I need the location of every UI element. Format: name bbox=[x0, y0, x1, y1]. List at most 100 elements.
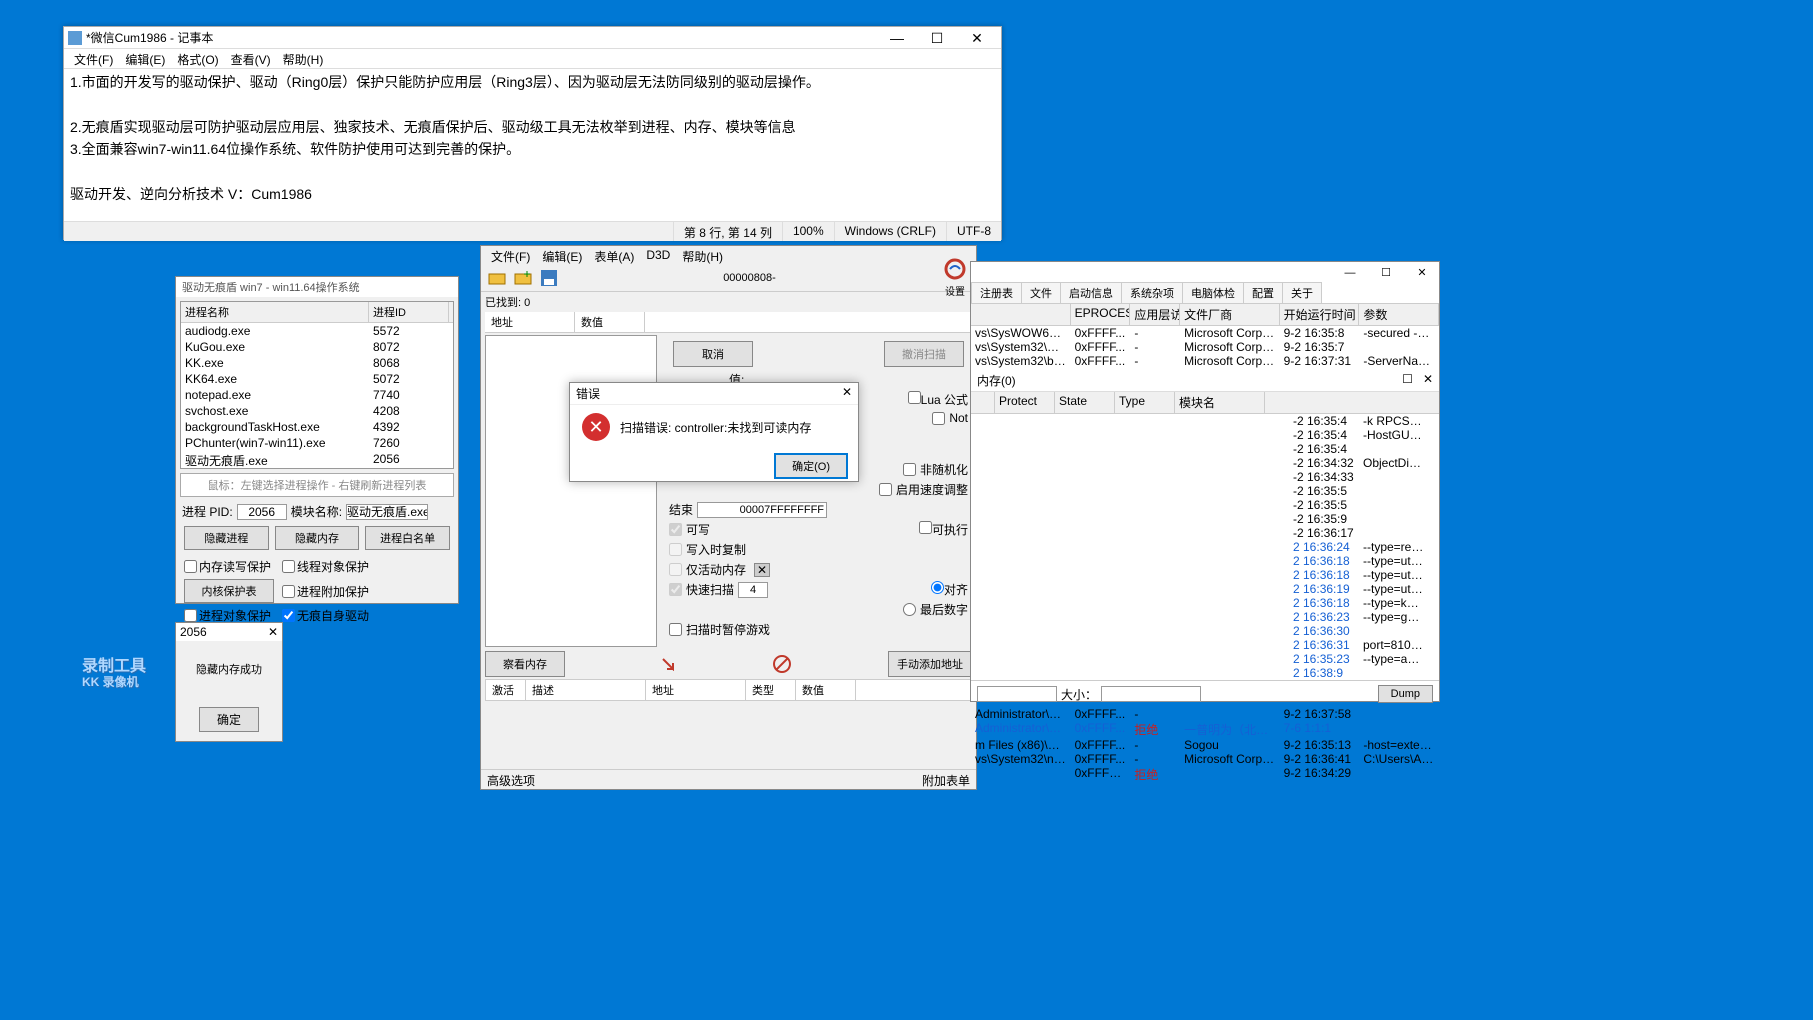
cow-checkbox[interactable] bbox=[669, 543, 682, 556]
col-addr[interactable]: 地址 bbox=[646, 680, 746, 700]
lua-checkbox[interactable] bbox=[908, 391, 921, 404]
pchunter-titlebar[interactable]: — ☐ ✕ bbox=[971, 262, 1439, 282]
table-row[interactable]: -2 16:35:4 bbox=[1289, 442, 1439, 456]
table-row[interactable]: 2 16:36:30 bbox=[1289, 624, 1439, 638]
close-icon[interactable]: ✕ bbox=[842, 385, 852, 402]
thread-obj-checkbox[interactable]: 线程对象保护 bbox=[282, 558, 372, 575]
table-row[interactable]: -2 16:35:5 bbox=[1289, 484, 1439, 498]
self-driver-checkbox[interactable]: 无痕自身驱动 bbox=[282, 607, 372, 624]
process-row[interactable]: audiodg.exe5572 bbox=[181, 323, 453, 339]
scan-menu-d3d[interactable]: D3D bbox=[640, 246, 676, 264]
table-row[interactable]: 2 16:36:24--type=render... bbox=[1289, 540, 1439, 554]
whitelist-button[interactable]: 进程白名单 bbox=[365, 526, 450, 550]
menu-help[interactable]: 帮助(H) bbox=[277, 49, 330, 68]
attach-form-link[interactable]: 附加表单 bbox=[922, 772, 970, 787]
menu-format[interactable]: 格式(O) bbox=[171, 49, 224, 68]
tab-file[interactable]: 文件 bbox=[1021, 282, 1061, 303]
pid-input[interactable] bbox=[237, 504, 287, 520]
settings-label[interactable]: 设置 bbox=[938, 283, 972, 298]
col-value[interactable]: 数值 bbox=[575, 312, 645, 332]
maximize-button[interactable]: ☐ bbox=[1369, 263, 1403, 281]
fast-scan-input[interactable] bbox=[738, 582, 768, 598]
end-address-input[interactable] bbox=[697, 502, 827, 518]
scan-menu-help[interactable]: 帮助(H) bbox=[676, 246, 729, 264]
kernel-protect-button[interactable]: 内核保护表 bbox=[184, 579, 274, 603]
arrow-icon[interactable] bbox=[661, 657, 675, 671]
view-memory-button[interactable]: 察看内存 bbox=[485, 651, 565, 677]
writable-checkbox[interactable] bbox=[669, 523, 682, 536]
close-icon[interactable]: ✕ bbox=[268, 625, 278, 639]
maximize-button[interactable]: ☐ bbox=[917, 28, 957, 48]
scan-menu-form[interactable]: 表单(A) bbox=[588, 246, 640, 264]
not-checkbox[interactable] bbox=[932, 412, 945, 425]
col-active[interactable]: 激活 bbox=[486, 680, 526, 700]
new-icon[interactable] bbox=[511, 266, 535, 290]
open-icon[interactable] bbox=[485, 266, 509, 290]
process-row[interactable]: KK.exe8068 bbox=[181, 355, 453, 371]
tab-checkup[interactable]: 电脑体检 bbox=[1182, 282, 1244, 303]
speed-checkbox[interactable] bbox=[879, 483, 892, 496]
process-row[interactable]: notepad.exe7740 bbox=[181, 387, 453, 403]
process-row[interactable]: backgroundTaskHost.exe4392 bbox=[181, 419, 453, 435]
panel-close-icon[interactable]: ✕ bbox=[1423, 372, 1433, 386]
table-row[interactable]: vs\System32\backgroun...0xFFFF...-Micros… bbox=[971, 354, 1439, 368]
scan-menu-edit[interactable]: 编辑(E) bbox=[536, 246, 588, 264]
table-row[interactable]: -2 16:35:9 bbox=[1289, 512, 1439, 526]
tab-registry[interactable]: 注册表 bbox=[971, 282, 1022, 303]
table-row[interactable]: 2 16:36:31port=8100,mo... bbox=[1289, 638, 1439, 652]
align-radio[interactable] bbox=[931, 581, 944, 594]
hide-memory-button[interactable]: 隐藏内存 bbox=[275, 526, 360, 550]
dump-button[interactable]: Dump bbox=[1378, 685, 1433, 703]
menu-edit[interactable]: 编辑(E) bbox=[119, 49, 171, 68]
table-row[interactable]: -2 16:35:4-HostGUID:{1... bbox=[1289, 428, 1439, 442]
pause-game-checkbox[interactable] bbox=[669, 623, 682, 636]
process-list[interactable]: 进程名称 进程ID audiodg.exe5572KuGou.exe8072KK… bbox=[180, 301, 454, 469]
settings-icon[interactable] bbox=[944, 258, 966, 280]
mem-rw-checkbox[interactable]: 内存读写保护 bbox=[184, 558, 274, 575]
notepad-textarea[interactable]: 1.市面的开发写的驱动保护、驱动（Ring0层）保护只能防护应用层（Ring3层… bbox=[64, 69, 1001, 221]
active-mem-checkbox[interactable] bbox=[669, 563, 682, 576]
table-row[interactable]: -2 16:35:4-k RPCSS -p bbox=[1289, 414, 1439, 428]
save-icon[interactable] bbox=[537, 266, 561, 290]
panel-max-icon[interactable]: ☐ bbox=[1402, 372, 1413, 386]
memory-list[interactable] bbox=[971, 414, 1289, 604]
module-input[interactable] bbox=[346, 504, 428, 520]
tab-system[interactable]: 系统杂项 bbox=[1121, 282, 1183, 303]
table-row[interactable]: 2 16:36:18--type=kgservic... bbox=[1289, 596, 1439, 610]
manual-add-button[interactable]: 手动添加地址 bbox=[888, 651, 972, 677]
process-row[interactable]: KK64.exe5072 bbox=[181, 371, 453, 387]
table-row[interactable]: -2 16:34:32ObjectDirector... bbox=[1289, 456, 1439, 470]
process-row[interactable]: KuGou.exe8072 bbox=[181, 339, 453, 355]
notepad-titlebar[interactable]: *微信Cum1986 - 记事本 — ☐ ✕ bbox=[64, 27, 1001, 49]
cancel-scan-button[interactable]: 取消 bbox=[673, 341, 753, 367]
table-row[interactable]: vs\System32\notepad.exe0xFFFF...-Microso… bbox=[971, 752, 1439, 766]
proc-extra-checkbox[interactable]: 进程附加保护 bbox=[282, 579, 372, 603]
table-row[interactable]: 2 16:35:23--type=assista... bbox=[1289, 652, 1439, 666]
table-row[interactable]: -2 16:36:17 bbox=[1289, 526, 1439, 540]
error-titlebar[interactable]: 错误 ✕ bbox=[570, 383, 858, 405]
table-row[interactable]: vs\SysWOW64\wbem\W...0xFFFF...-Microsoft… bbox=[971, 326, 1439, 340]
col-val[interactable]: 数值 bbox=[796, 680, 856, 700]
close-button[interactable]: ✕ bbox=[1405, 263, 1439, 281]
advanced-options-link[interactable]: 高级选项 bbox=[487, 772, 535, 787]
pch-bottom-table[interactable]: Administrator\Desktop\...0xFFFF...-9-2 1… bbox=[971, 707, 1439, 785]
nonrandom-checkbox[interactable] bbox=[903, 463, 916, 476]
minimize-button[interactable]: — bbox=[1333, 263, 1367, 281]
time-param-list[interactable]: -2 16:35:4-k RPCSS -p-2 16:35:4-HostGUID… bbox=[1289, 414, 1439, 680]
col-desc[interactable]: 描述 bbox=[526, 680, 646, 700]
minimize-button[interactable]: — bbox=[877, 28, 917, 48]
menu-file[interactable]: 文件(F) bbox=[68, 49, 119, 68]
table-row[interactable]: 0xFFFFF...拒绝9-2 16:34:29 bbox=[971, 766, 1439, 783]
table-row[interactable]: 2 16:38:9 bbox=[1289, 666, 1439, 680]
tab-config[interactable]: 配置 bbox=[1243, 282, 1283, 303]
table-row[interactable]: Administrator\Desktop\P...0xFFFF...拒绝一普明… bbox=[971, 721, 1439, 738]
error-ok-button[interactable]: 确定(O) bbox=[774, 453, 848, 479]
scan-menu-file[interactable]: 文件(F) bbox=[485, 246, 536, 264]
hide-process-button[interactable]: 隐藏进程 bbox=[184, 526, 269, 550]
fast-scan-checkbox[interactable] bbox=[669, 583, 682, 596]
close-button[interactable]: ✕ bbox=[957, 28, 997, 48]
table-row[interactable]: -2 16:35:5 bbox=[1289, 498, 1439, 512]
table-row[interactable]: 2 16:36:18--type=utility -... bbox=[1289, 554, 1439, 568]
pch-top-table[interactable]: vs\SysWOW64\wbem\W...0xFFFF...-Microsoft… bbox=[971, 326, 1439, 370]
clear-icon[interactable]: ✕ bbox=[754, 563, 770, 577]
